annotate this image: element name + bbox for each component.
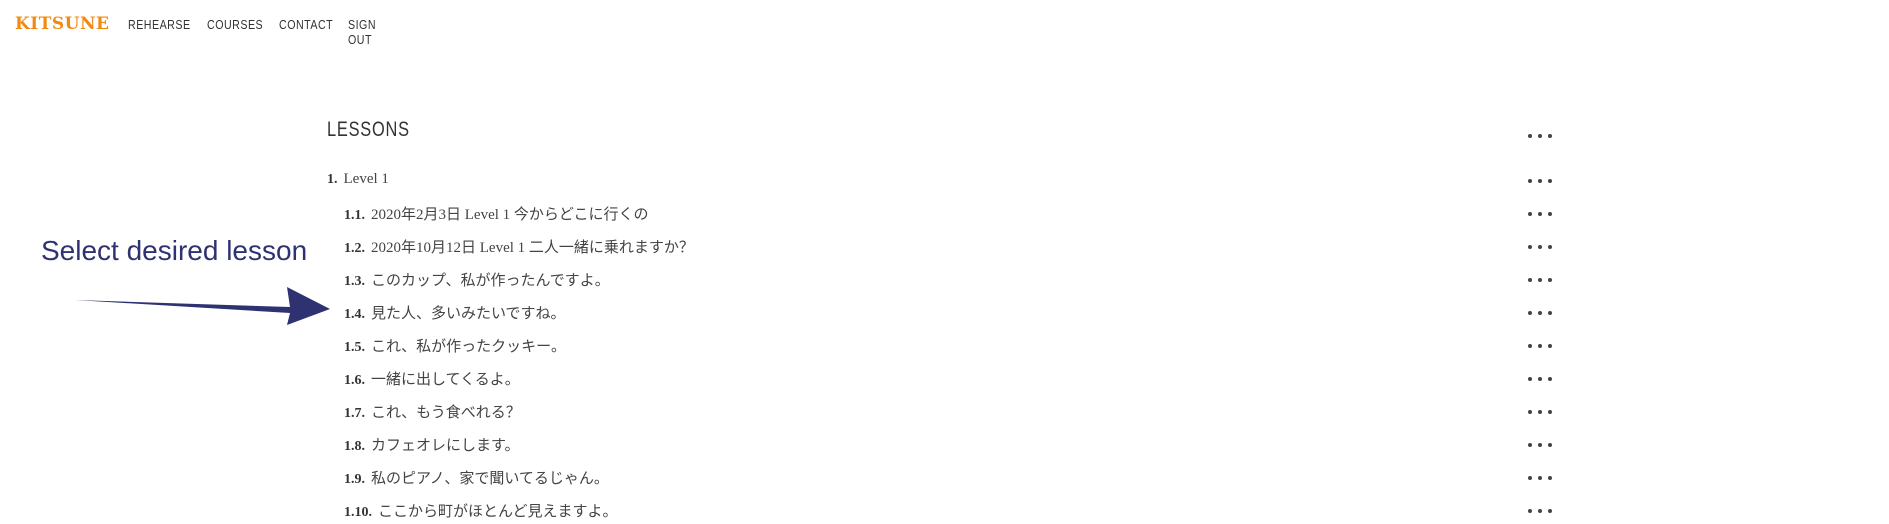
lesson-row[interactable]: 1.7. これ、もう食べれる？ xyxy=(327,401,1552,425)
more-options-icon[interactable] xyxy=(1528,506,1552,516)
lesson-row[interactable]: 1.1. 2020年2月3日 Level 1 今からどこに行くの xyxy=(327,203,1552,227)
more-options-icon[interactable] xyxy=(1528,341,1552,351)
more-options-icon[interactable] xyxy=(1528,209,1552,219)
lesson-link[interactable]: 1.2. 2020年10月12日 Level 1 二人一緒に乗れますか？ xyxy=(344,236,694,257)
nav-contact[interactable]: CONTACT xyxy=(279,17,333,47)
lesson-link[interactable]: 1.8. カフェオレにします。 xyxy=(344,434,520,455)
lesson-title: Level 1 xyxy=(343,171,389,187)
lesson-title: 2020年10月12日 Level 1 二人一緒に乗れますか？ xyxy=(371,240,694,256)
lesson-title: 私のピアノ、家で聞いてるじゃん。 xyxy=(371,471,609,487)
more-options-icon[interactable] xyxy=(1528,308,1552,318)
lesson-row[interactable]: 1.5. これ、私が作ったクッキー。 xyxy=(327,335,1552,359)
lesson-row[interactable]: 1.3. このカップ、私が作ったんですよ。 xyxy=(327,269,1552,293)
lesson-row[interactable]: 1.9. 私のピアノ、家で聞いてるじゃん。 xyxy=(327,467,1552,491)
lesson-number: 1. xyxy=(327,172,338,187)
lesson-title: 見た人、多いみたいですね。 xyxy=(371,306,566,322)
lesson-title: 2020年2月3日 Level 1 今からどこに行くの xyxy=(371,207,649,223)
lesson-title: ここから町がほとんど見えますよ。 xyxy=(378,504,618,520)
lesson-title: これ、もう食べれる？ xyxy=(371,405,521,421)
lesson-row[interactable]: 1.10. ここから町がほとんど見えますよ。 xyxy=(327,500,1552,524)
more-options-icon[interactable] xyxy=(1528,440,1552,450)
lesson-link[interactable]: 1.4. 見た人、多いみたいですね。 xyxy=(344,302,566,323)
more-options-icon[interactable] xyxy=(1528,407,1552,417)
lessons-more-icon[interactable] xyxy=(1528,131,1552,141)
more-options-icon[interactable] xyxy=(1528,374,1552,384)
lesson-link[interactable]: 1.3. このカップ、私が作ったんですよ。 xyxy=(344,269,610,290)
lesson-number: 1.2. xyxy=(344,241,365,256)
more-options-icon[interactable] xyxy=(1528,275,1552,285)
annotation-text: Select desired lesson xyxy=(41,235,308,266)
lesson-number: 1.5. xyxy=(344,340,365,355)
lesson-title: カフェオレにします。 xyxy=(371,438,520,454)
lesson-number: 1.8. xyxy=(344,439,365,454)
kitsune-logo[interactable]: KITSUNE xyxy=(15,14,109,34)
lesson-number: 1.10. xyxy=(344,505,372,520)
lesson-link[interactable]: 1.7. これ、もう食べれる？ xyxy=(344,401,521,422)
more-options-icon[interactable] xyxy=(1528,242,1552,252)
lesson-row[interactable]: 1.4. 見た人、多いみたいですね。 xyxy=(327,302,1552,326)
lesson-number: 1.1. xyxy=(344,208,365,223)
lesson-link[interactable]: 1.1. 2020年2月3日 Level 1 今からどこに行くの xyxy=(344,203,648,224)
lesson-row[interactable]: 1.6. 一緒に出してくるよ。 xyxy=(327,368,1552,392)
more-options-icon[interactable] xyxy=(1528,176,1552,186)
lesson-row[interactable]: 1.8. カフェオレにします。 xyxy=(327,434,1552,458)
lesson-link[interactable]: 1.9. 私のピアノ、家で聞いてるじゃん。 xyxy=(344,467,609,488)
lessons-title: LESSONS xyxy=(327,118,410,141)
nav-sign-out[interactable]: SIGN OUT xyxy=(348,17,396,47)
nav-courses[interactable]: COURSES xyxy=(207,17,263,47)
lesson-number: 1.3. xyxy=(344,274,365,289)
nav-rehearse[interactable]: REHEARSE xyxy=(128,17,190,47)
lesson-link[interactable]: 1.6. 一緒に出してくるよ。 xyxy=(344,368,520,389)
lesson-title: このカップ、私が作ったんですよ。 xyxy=(371,273,610,289)
top-navbar: KITSUNE REHEARSE COURSES CONTACT SIGN OU… xyxy=(0,0,1889,50)
lesson-number: 1.6. xyxy=(344,373,365,388)
lesson-title: これ、私が作ったクッキー。 xyxy=(371,339,567,355)
lesson-number: 1.9. xyxy=(344,472,365,487)
lesson-row[interactable]: 1.2. 2020年10月12日 Level 1 二人一緒に乗れますか？ xyxy=(327,236,1552,260)
lesson-link[interactable]: 1.10. ここから町がほとんど見えますよ。 xyxy=(344,500,618,521)
lesson-link[interactable]: 1. Level 1 xyxy=(327,170,389,188)
lesson-title: 一緒に出してくるよ。 xyxy=(371,372,520,388)
more-options-icon[interactable] xyxy=(1528,473,1552,483)
main-nav: REHEARSE COURSES CONTACT SIGN OUT xyxy=(128,17,406,47)
lesson-number: 1.4. xyxy=(344,307,365,322)
lesson-number: 1.7. xyxy=(344,406,365,421)
lesson-link[interactable]: 1.5. これ、私が作ったクッキー。 xyxy=(344,335,566,356)
annotation-arrow-icon xyxy=(75,287,330,325)
lesson-group-row[interactable]: 1. Level 1 xyxy=(327,170,1552,194)
